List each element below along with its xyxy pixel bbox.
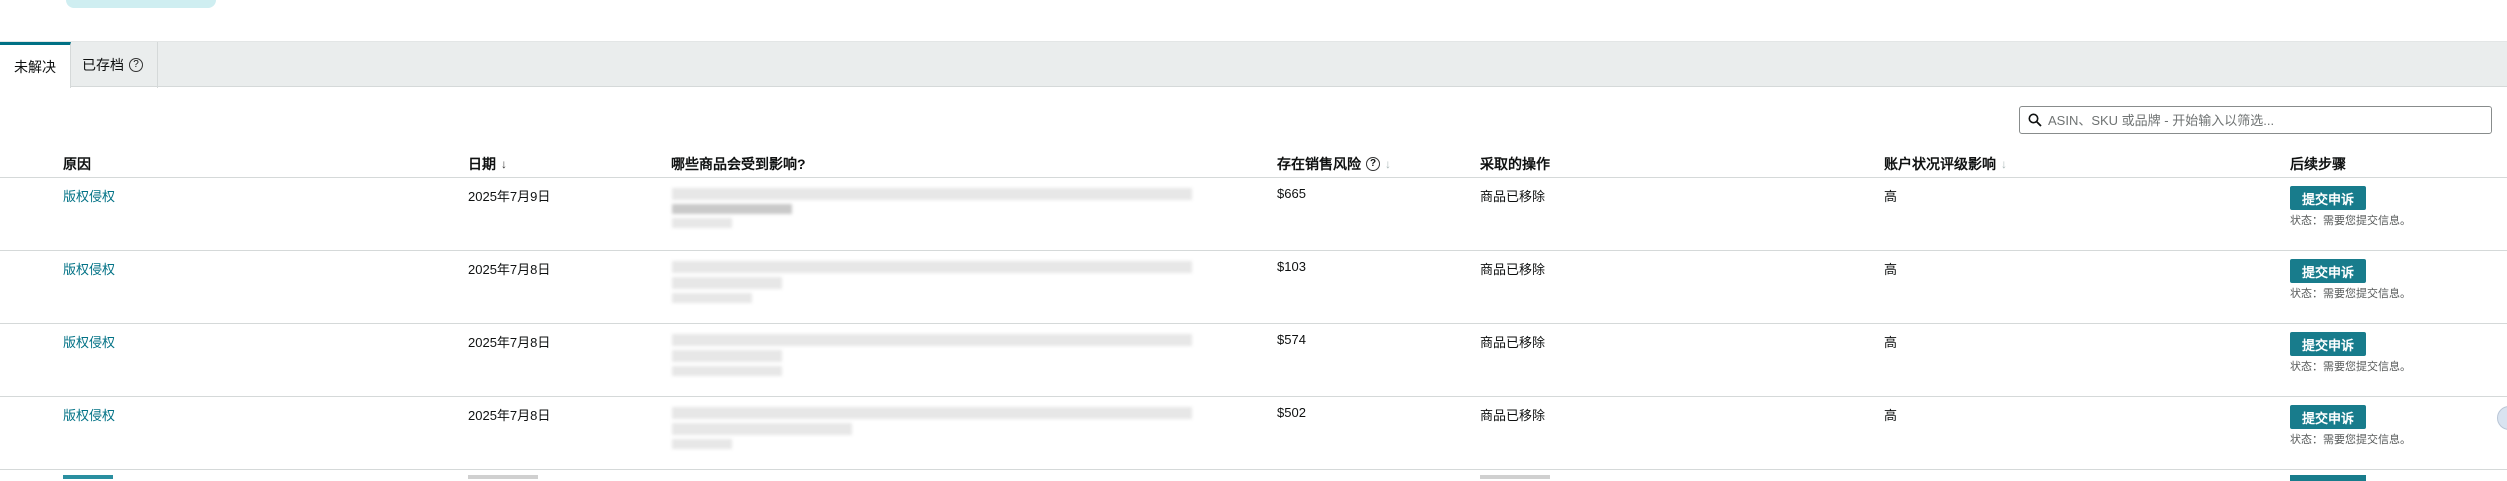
search-box[interactable] [2019, 106, 2492, 134]
tab-unresolved[interactable]: 未解决 [0, 42, 71, 88]
date-cell-partial [468, 475, 538, 479]
tab-label: 未解决 [14, 58, 56, 75]
action-cell: 商品已移除 [1480, 408, 1546, 423]
blurred-product-title [672, 218, 732, 228]
blurred-product-title [672, 366, 782, 376]
risk-cell: $103 [1277, 259, 1306, 274]
table-row: 版权侵权 2025年7月8日 $502 商品已移除 高 提交申诉 状态：需要您提… [0, 397, 2507, 470]
blurred-product-title [672, 188, 1192, 200]
blurred-product-title [672, 293, 752, 303]
blurred-product-title [672, 334, 1192, 346]
reason-link[interactable]: 版权侵权 [63, 332, 115, 351]
health-cell: 高 [1884, 262, 1898, 277]
status-text: 状态：需要您提交信息。 [2290, 215, 2411, 227]
question-circle-icon[interactable]: ? [129, 58, 143, 72]
header-affected: 哪些商品会受到影响? [671, 156, 806, 172]
blurred-product-title [672, 423, 852, 435]
action-cell: 商品已移除 [1480, 335, 1546, 350]
blurred-product-title [672, 439, 732, 449]
blurred-product-title [672, 350, 782, 362]
header-risk[interactable]: 存在销售风险 ? ↓ [1277, 154, 1391, 174]
blurred-product-title [672, 261, 1192, 273]
submit-appeal-button[interactable]: 提交申诉 [2290, 405, 2366, 429]
filter-pill[interactable] [66, 0, 216, 8]
sort-down-icon[interactable]: ↓ [501, 157, 507, 171]
blurred-product-title [672, 277, 782, 289]
header-reason: 原因 [63, 156, 91, 172]
health-cell: 高 [1884, 189, 1898, 204]
submit-appeal-button[interactable]: 提交申诉 [2290, 332, 2366, 356]
header-date[interactable]: 日期 ↓ [468, 154, 507, 174]
risk-cell: $502 [1277, 405, 1306, 420]
sort-down-icon[interactable]: ↓ [2001, 157, 2007, 171]
blurred-product-title [672, 407, 1192, 419]
reason-link[interactable]: 版权侵权 [63, 186, 115, 205]
action-cell-partial [1480, 475, 1550, 479]
sort-down-icon[interactable]: ↓ [1385, 157, 1391, 171]
date-cell: 2025年7月8日 [468, 262, 551, 277]
date-cell: 2025年7月8日 [468, 408, 551, 423]
table-header: 原因 日期 ↓ 哪些商品会受到影响? 存在销售风险 ? ↓ 采取的操作 账户状况… [0, 150, 2507, 178]
table-row: 版权侵权 2025年7月8日 $574 商品已移除 高 提交申诉 状态：需要您提… [0, 324, 2507, 397]
status-text: 状态：需要您提交信息。 [2290, 434, 2411, 446]
reason-link[interactable]: 版权侵权 [63, 405, 115, 424]
status-text: 状态：需要您提交信息。 [2290, 361, 2411, 373]
reason-link[interactable]: 版权侵权 [63, 259, 115, 278]
table-row-partial [0, 473, 2507, 481]
tabs-bar: 未解决 已存档 ? [0, 41, 2507, 88]
risk-cell: $574 [1277, 332, 1306, 347]
blurred-product-title [672, 204, 792, 214]
status-text: 状态：需要您提交信息。 [2290, 288, 2411, 300]
health-cell: 高 [1884, 408, 1898, 423]
tab-label: 已存档 [82, 57, 124, 73]
search-input[interactable] [2048, 108, 2491, 132]
table-row: 版权侵权 2025年7月8日 $103 商品已移除 高 提交申诉 状态：需要您提… [0, 251, 2507, 324]
submit-appeal-button-partial[interactable] [2290, 475, 2366, 481]
search-icon [2028, 113, 2042, 127]
action-cell: 商品已移除 [1480, 262, 1546, 277]
date-cell: 2025年7月9日 [468, 189, 551, 204]
top-strip [0, 0, 2507, 40]
submit-appeal-button[interactable]: 提交申诉 [2290, 259, 2366, 283]
header-health[interactable]: 账户状况评级影响 ↓ [1884, 154, 2007, 174]
health-cell: 高 [1884, 335, 1898, 350]
submit-appeal-button[interactable]: 提交申诉 [2290, 186, 2366, 210]
tab-archived[interactable]: 已存档 ? [68, 42, 158, 88]
reason-link-partial[interactable] [63, 475, 113, 479]
question-circle-icon[interactable]: ? [1366, 157, 1380, 171]
header-action: 采取的操作 [1480, 156, 1550, 172]
action-cell: 商品已移除 [1480, 189, 1546, 204]
header-next-steps: 后续步骤 [2290, 156, 2346, 172]
table-row: 版权侵权 2025年7月9日 $665 商品已移除 高 提交申诉 状态：需要您提… [0, 178, 2507, 251]
date-cell: 2025年7月8日 [468, 335, 551, 350]
risk-cell: $665 [1277, 186, 1306, 201]
